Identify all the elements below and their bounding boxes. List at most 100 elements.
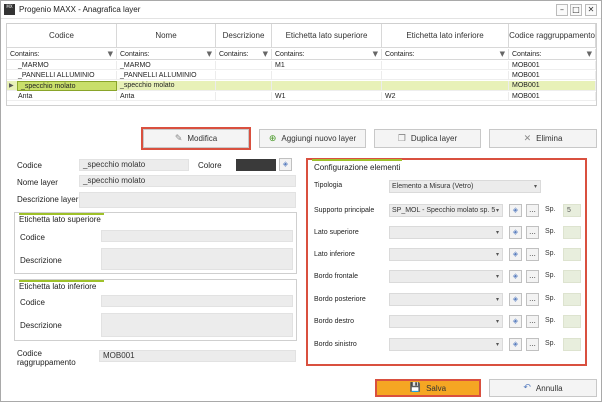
filter-icon[interactable]: ▼	[587, 49, 592, 60]
sp-field[interactable]	[563, 226, 581, 239]
sup-descrizione-field[interactable]	[101, 248, 293, 270]
browse-button[interactable]: ...	[526, 270, 539, 283]
filter-codice[interactable]: Contains: ▼	[7, 49, 117, 60]
sp-label: Sp.	[545, 317, 556, 324]
table-row[interactable]: Anta Anta W1 W2 MOB001	[7, 92, 596, 101]
col-header-descrizione[interactable]: Descrizione	[216, 24, 272, 48]
table-row[interactable]: _PANNELLI ALLUMINIO _PANNELLI ALLUMINIO …	[7, 71, 596, 80]
bordo-sinistro-select[interactable]: ▾	[389, 338, 503, 351]
sp-label: Sp.	[545, 272, 556, 279]
etichetta-superiore-group: Etichetta lato superiore Codice Descrizi…	[14, 212, 297, 274]
table-row[interactable]: _MARMO _MARMO M1 MOB001	[7, 61, 596, 70]
col-header-etichetta-inferiore[interactable]: Etichetta lato inferiore	[382, 24, 509, 48]
save-button[interactable]: 💾 Salva	[375, 379, 481, 397]
maximize-button[interactable]: □	[570, 4, 582, 16]
tipologia-value: Elemento a Misura (Vetro)	[392, 183, 474, 190]
bordo-destro-select[interactable]: ▾	[389, 315, 503, 328]
modifica-button[interactable]: ✎ Modifica	[141, 127, 251, 150]
cell-codice[interactable]: _specchio molato	[17, 81, 117, 91]
filter-icon[interactable]: ▼	[207, 49, 212, 60]
supporto-select[interactable]: SP_MOL - Specchio molato sp. 5 ▾	[389, 204, 503, 217]
inf-codice-label: Codice	[20, 298, 45, 307]
codice-field[interactable]: _specchio molato	[79, 159, 189, 171]
tipologia-select[interactable]: Elemento a Misura (Vetro) ▾	[389, 180, 541, 193]
browse-button[interactable]: ...	[526, 293, 539, 306]
chevron-down-icon: ▾	[533, 183, 537, 190]
filter-icon[interactable]: ▼	[373, 49, 378, 60]
etichetta-inferiore-title: Etichetta lato inferiore	[19, 282, 97, 291]
nome-layer-field[interactable]: _specchio molato	[79, 175, 296, 187]
browse-button[interactable]: ...	[526, 248, 539, 261]
supporto-label: Supporto principale	[314, 207, 375, 214]
eraser-icon[interactable]: ◈	[509, 248, 522, 261]
inf-descrizione-label: Descrizione	[20, 321, 62, 330]
sp-field[interactable]	[563, 248, 581, 261]
eraser-icon[interactable]: ◈	[509, 226, 522, 239]
add-layer-button[interactable]: ⊕ Aggiungi nuovo layer	[259, 129, 366, 148]
eraser-icon[interactable]: ◈	[509, 270, 522, 283]
inf-codice-field[interactable]	[101, 295, 293, 307]
x-icon: ✕	[523, 133, 532, 144]
eraser-icon[interactable]: ◈	[509, 293, 522, 306]
browse-button[interactable]: ...	[526, 315, 539, 328]
color-picker-icon[interactable]: ◈	[279, 158, 292, 171]
color-swatch[interactable]	[236, 159, 276, 171]
duplicate-layer-button[interactable]: ❐ Duplica layer	[374, 129, 481, 148]
table-row-selected[interactable]: ▶ _specchio molato _specchio molato MOB0…	[7, 81, 596, 91]
sup-codice-field[interactable]	[101, 230, 293, 242]
cell-codice-raggruppamento: MOB001	[509, 61, 596, 70]
filter-label: Contains:	[120, 51, 150, 58]
window-title: Progenio MAXX - Anagrafica layer	[19, 5, 141, 14]
sup-descrizione-label: Descrizione	[20, 256, 62, 265]
descrizione-layer-field[interactable]	[79, 192, 296, 208]
eraser-icon[interactable]: ◈	[509, 338, 522, 351]
browse-button[interactable]: ...	[526, 338, 539, 351]
bordo-posteriore-select[interactable]: ▾	[389, 293, 503, 306]
col-header-etichetta-superiore[interactable]: Etichetta lato superiore	[272, 24, 382, 48]
bordo-frontale-select[interactable]: ▾	[389, 270, 503, 283]
bordo-posteriore-label: Bordo posteriore	[314, 296, 366, 303]
layer-grid[interactable]: Codice Nome Descrizione Etichetta lato s…	[6, 23, 597, 106]
cancel-button[interactable]: ↶ Annulla	[489, 379, 597, 397]
configurazione-title: Configurazione elementi	[314, 163, 401, 172]
sp-field[interactable]	[563, 315, 581, 328]
cell-descrizione	[216, 61, 272, 70]
minimize-button[interactable]: –	[556, 4, 568, 16]
delete-button[interactable]: ✕ Elimina	[489, 129, 597, 148]
filter-nome[interactable]: Contains: ▼	[117, 49, 216, 60]
browse-button[interactable]: ...	[526, 204, 539, 217]
filter-label: Contains:	[385, 51, 415, 58]
sp-field[interactable]: 5	[563, 204, 581, 217]
sp-field[interactable]	[563, 338, 581, 351]
filter-icon[interactable]: ▼	[500, 49, 505, 60]
sp-field[interactable]	[563, 293, 581, 306]
copy-icon: ❐	[397, 133, 406, 144]
sp-field[interactable]	[563, 270, 581, 283]
modifica-label: Modifica	[187, 134, 218, 143]
cell-etichetta-inferiore: W2	[382, 92, 509, 101]
filter-icon[interactable]: ▼	[108, 49, 113, 60]
browse-button[interactable]: ...	[526, 226, 539, 239]
chevron-down-icon: ▾	[495, 273, 499, 280]
filter-icon[interactable]: ▼	[263, 49, 268, 60]
lato-superiore-select[interactable]: ▾	[389, 226, 503, 239]
bordo-destro-label: Bordo destro	[314, 318, 355, 325]
filter-codice-raggruppamento[interactable]: Contains: ▼	[509, 49, 596, 60]
filter-label: Contains:	[512, 51, 542, 58]
col-header-codice-raggruppamento[interactable]: Codice raggruppamento	[509, 24, 596, 48]
inf-descrizione-field[interactable]	[101, 313, 293, 337]
eraser-icon[interactable]: ◈	[509, 204, 522, 217]
col-header-nome[interactable]: Nome	[117, 24, 216, 48]
col-header-codice[interactable]: Codice	[7, 24, 117, 48]
supporto-value: SP_MOL - Specchio molato sp. 5	[392, 207, 496, 214]
codice-label: Codice	[17, 161, 42, 170]
codice-raggruppamento-field[interactable]: MOB001	[99, 350, 296, 362]
filter-etichetta-superiore[interactable]: Contains: ▼	[272, 49, 382, 60]
filter-label: Contains:	[10, 51, 40, 58]
eraser-icon[interactable]: ◈	[509, 315, 522, 328]
filter-etichetta-inferiore[interactable]: Contains: ▼	[382, 49, 509, 60]
lato-inferiore-select[interactable]: ▾	[389, 248, 503, 261]
cell-etichetta-superiore: M1	[272, 61, 382, 70]
filter-descrizione[interactable]: Contains: ▼	[216, 49, 272, 60]
close-button[interactable]: ✕	[585, 4, 597, 16]
